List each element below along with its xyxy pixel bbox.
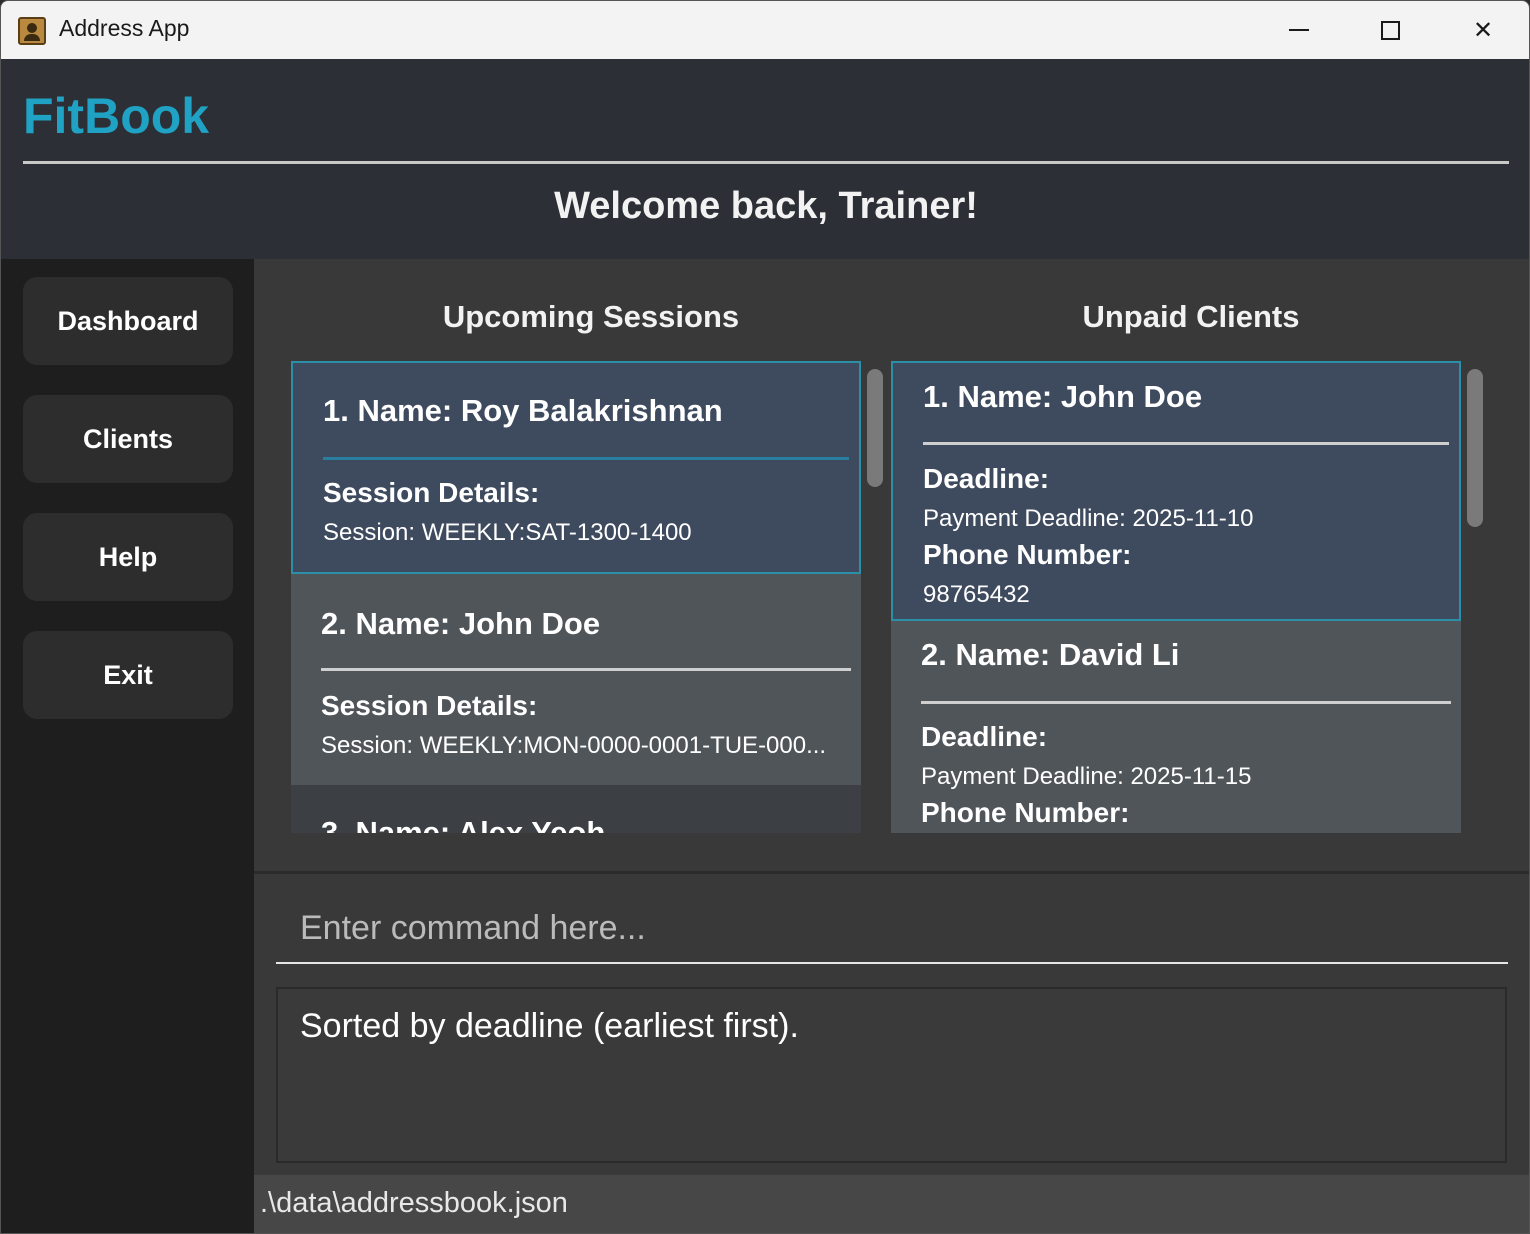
command-box bbox=[254, 871, 1529, 975]
brand-title: FitBook bbox=[23, 88, 210, 144]
welcome-message: Welcome back, Trainer! bbox=[554, 185, 978, 227]
result-message: Sorted by deadline (earliest first). bbox=[300, 1007, 799, 1045]
save-file-path: .\data\addressbook.json bbox=[260, 1187, 568, 1219]
command-input[interactable] bbox=[276, 894, 1508, 964]
deadline-value: Payment Deadline: 2025-11-10 bbox=[923, 505, 1254, 532]
unpaid-scroll-thumb[interactable] bbox=[1467, 369, 1483, 527]
card-divider bbox=[323, 457, 849, 460]
session-client-name: 3. Name: Alex Yeoh bbox=[321, 815, 606, 833]
dashboard-button[interactable]: Dashboard bbox=[23, 277, 233, 365]
deadline-value: Payment Deadline: 2025-11-15 bbox=[921, 763, 1252, 790]
card-divider bbox=[923, 442, 1449, 445]
session-details-value: Session: WEEKLY:SAT-1300-1400 bbox=[323, 519, 692, 546]
unpaid-client-name: 2. Name: David Li bbox=[921, 637, 1180, 672]
sessions-scrollbar[interactable] bbox=[865, 361, 885, 833]
unpaid-clients-list[interactable]: 1. Name: John Doe Deadline: Payment Dead… bbox=[891, 361, 1461, 833]
exit-button[interactable]: Exit bbox=[23, 631, 233, 719]
sidebar: Dashboard Clients Help Exit bbox=[1, 259, 254, 1233]
session-client-name: 1. Name: Roy Balakrishnan bbox=[323, 393, 723, 428]
card-divider bbox=[921, 701, 1451, 704]
unpaid-scrollbar[interactable] bbox=[1465, 361, 1485, 833]
phone-value: 98765432 bbox=[923, 581, 1030, 608]
title-bar: Address App ✕ bbox=[1, 1, 1529, 59]
session-client-name: 2. Name: John Doe bbox=[321, 606, 601, 641]
session-card-3[interactable]: 3. Name: Alex Yeoh bbox=[291, 785, 861, 833]
deadline-label: Deadline: bbox=[923, 463, 1050, 494]
phone-label: Phone Number: bbox=[921, 797, 1130, 828]
maximize-button[interactable] bbox=[1344, 1, 1436, 59]
unpaid-clients-title: Unpaid Clients bbox=[1082, 299, 1300, 334]
clients-button[interactable]: Clients bbox=[23, 395, 233, 483]
session-card-1[interactable]: 1. Name: Roy Balakrishnan Session Detail… bbox=[291, 361, 861, 574]
status-bar: .\data\addressbook.json bbox=[254, 1175, 1529, 1233]
upcoming-sessions-title: Upcoming Sessions bbox=[442, 299, 740, 334]
session-card-2[interactable]: 2. Name: John Doe Session Details: Sessi… bbox=[291, 574, 861, 785]
unpaid-client-name: 1. Name: John Doe bbox=[923, 379, 1203, 414]
app-window: Address App ✕ FitBook Welcome back, Trai… bbox=[0, 0, 1530, 1234]
card-divider bbox=[321, 668, 851, 671]
address-book-icon bbox=[18, 17, 46, 45]
sessions-list[interactable]: 1. Name: Roy Balakrishnan Session Detail… bbox=[291, 361, 861, 833]
session-details-label: Session Details: bbox=[321, 690, 538, 721]
window-title: Address App bbox=[59, 15, 190, 41]
header-divider bbox=[23, 161, 1509, 164]
session-details-label: Session Details: bbox=[323, 477, 540, 508]
unpaid-card-2[interactable]: 2. Name: David Li Deadline: Payment Dead… bbox=[891, 621, 1461, 833]
phone-label: Phone Number: bbox=[923, 539, 1132, 570]
app-header: FitBook Welcome back, Trainer! bbox=[1, 59, 1529, 259]
maximize-icon bbox=[1380, 20, 1400, 40]
close-icon: ✕ bbox=[1472, 16, 1494, 44]
result-textarea[interactable]: Sorted by deadline (earliest first). bbox=[276, 987, 1507, 1163]
session-details-value: Session: WEEKLY:MON-0000-0001-TUE-000... bbox=[321, 732, 827, 759]
close-button[interactable]: ✕ bbox=[1437, 1, 1529, 59]
minimize-icon bbox=[1289, 29, 1309, 31]
help-button[interactable]: Help bbox=[23, 513, 233, 601]
sessions-scroll-thumb[interactable] bbox=[867, 369, 883, 487]
unpaid-card-1[interactable]: 1. Name: John Doe Deadline: Payment Dead… bbox=[891, 361, 1461, 621]
result-display: Sorted by deadline (earliest first). bbox=[254, 975, 1529, 1175]
deadline-label: Deadline: bbox=[921, 721, 1048, 752]
minimize-button[interactable] bbox=[1253, 1, 1345, 59]
dashboard-panel: Upcoming Sessions Unpaid Clients 1. Name… bbox=[254, 259, 1529, 871]
